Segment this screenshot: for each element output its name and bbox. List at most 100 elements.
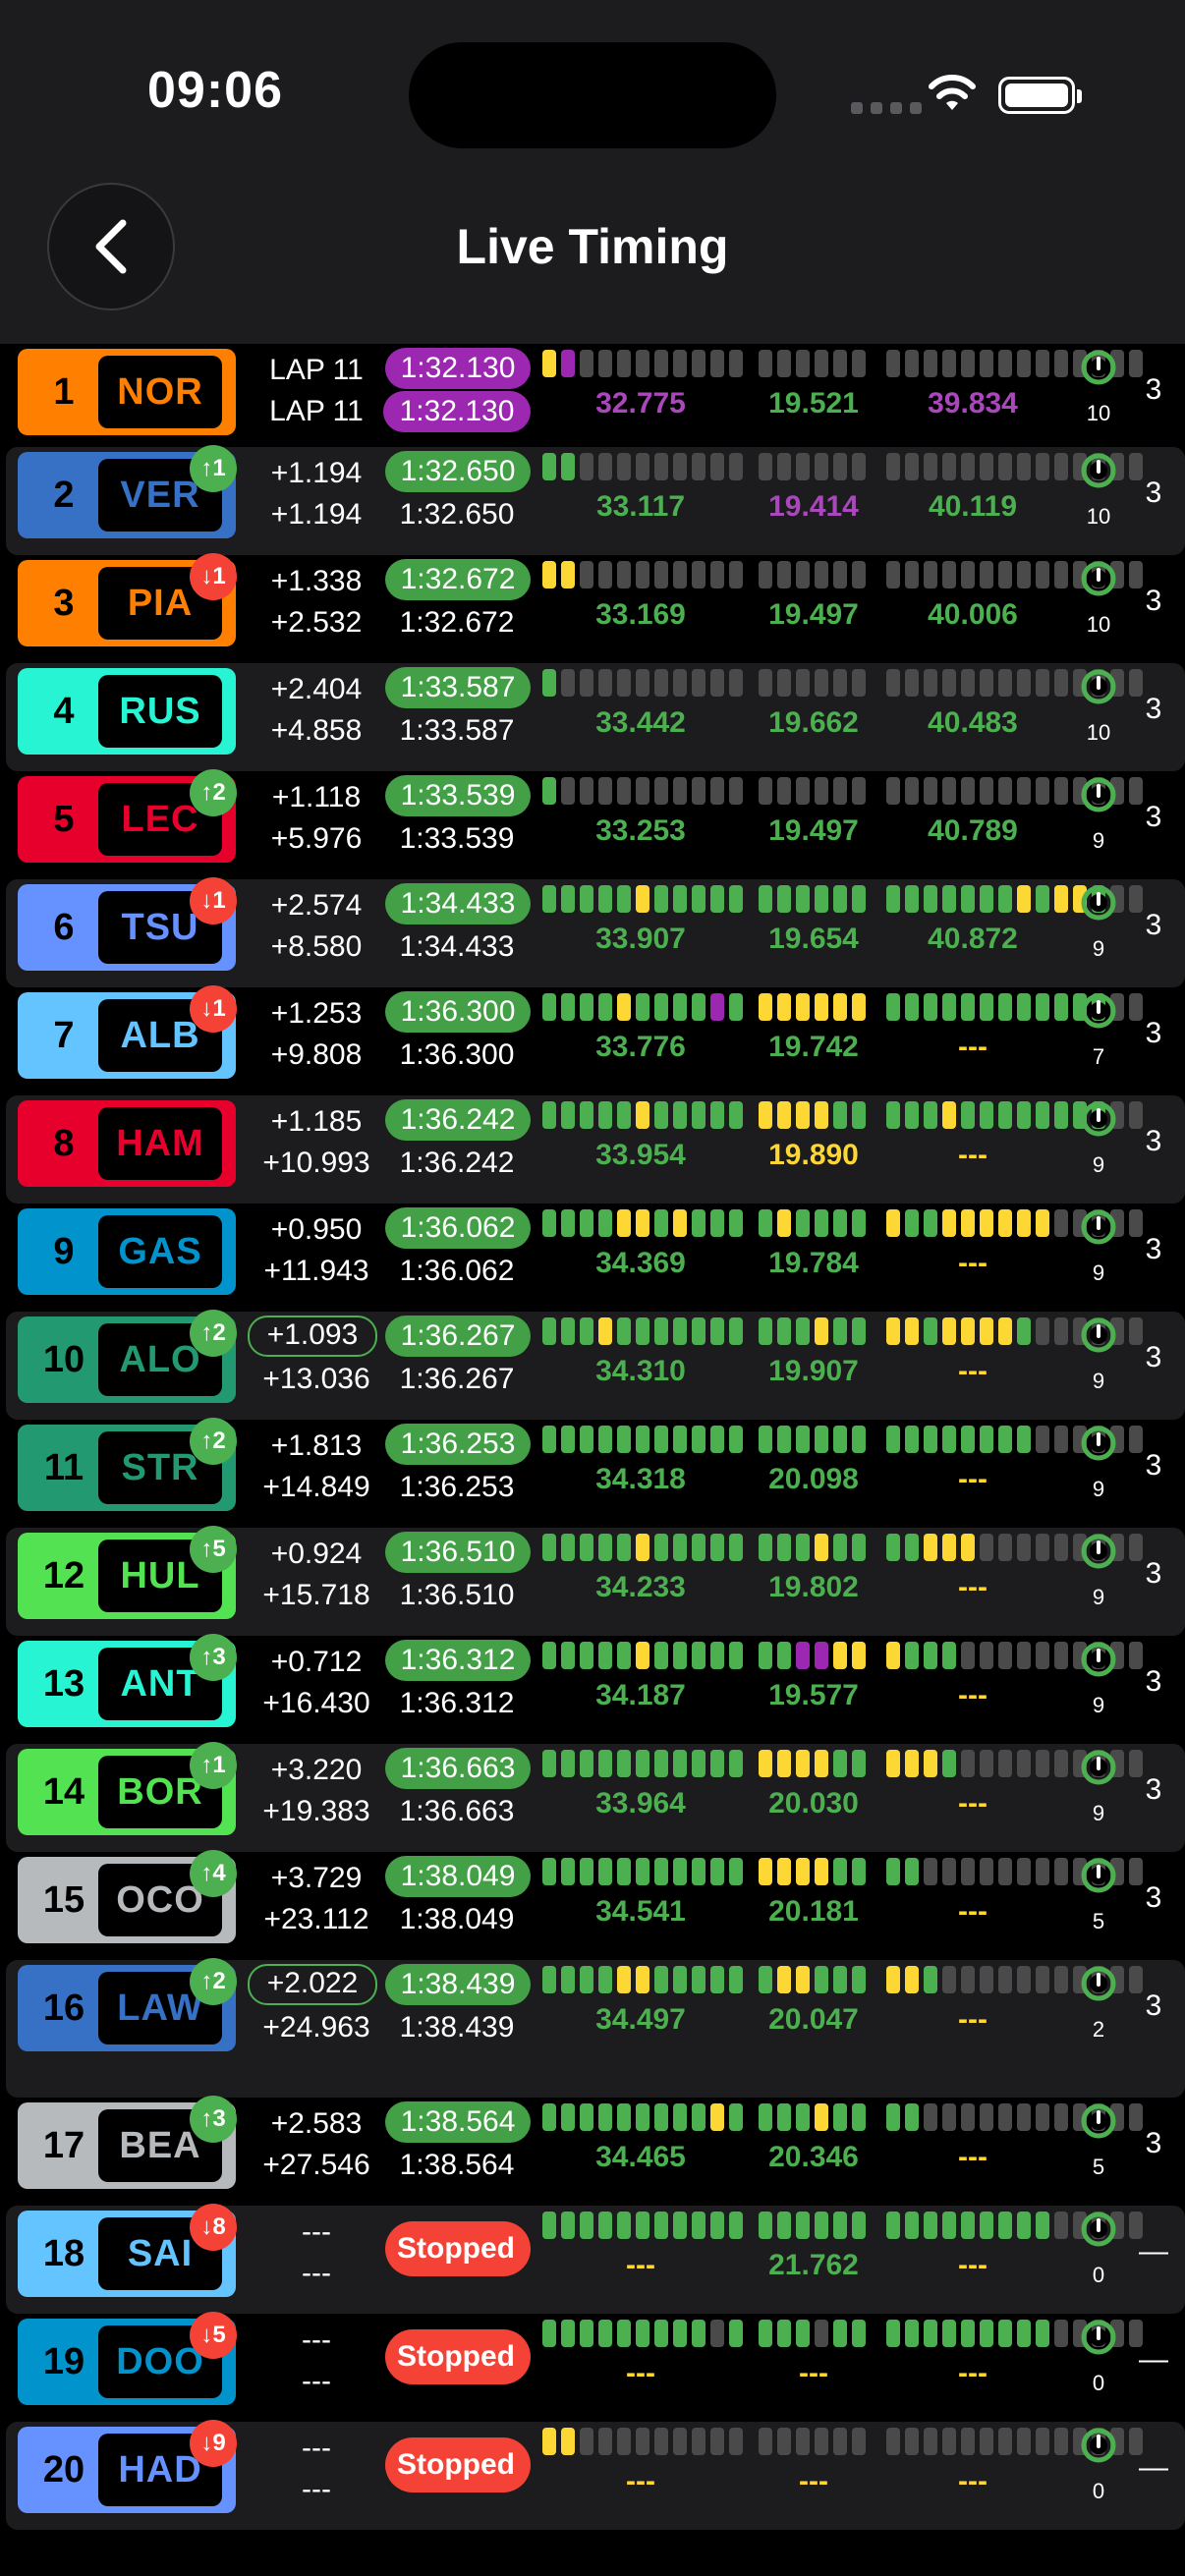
mini-sector-bar xyxy=(580,2428,593,2455)
mini-sectors-2 xyxy=(759,2320,866,2347)
mini-sector-bar xyxy=(815,777,828,805)
position-number: 4 xyxy=(53,691,75,732)
mini-sector-bar xyxy=(654,2212,668,2239)
mini-sector-bar xyxy=(1036,1209,1049,1237)
mini-sector-bar xyxy=(759,1101,772,1129)
driver-row[interactable]: 7 ALB ↓1 +1.253 +9.808 1:36.300 1:36.300 33.776… xyxy=(6,985,1185,1095)
mini-sector-bar xyxy=(777,1209,791,1237)
driver-row[interactable]: 11 STR ↑2 +1.813 +14.849 1:36.253 1:36.253 34.3… xyxy=(6,1418,1185,1528)
mini-sector-bar xyxy=(561,1642,575,1669)
driver-row[interactable]: 4 RUS +2.404 +4.858 1:33.587 1:33.587 33.442 19… xyxy=(6,663,1185,771)
driver-row[interactable]: 20 HAD ↓9 --- --- Stopped --- --- --- 0— xyxy=(6,2420,1185,2530)
tyre-icon xyxy=(1081,1101,1116,1137)
mini-sector-bar xyxy=(542,1101,556,1129)
mini-sector-bar xyxy=(710,1101,724,1129)
mini-sector-bar xyxy=(905,1426,919,1453)
sector-3-time: --- xyxy=(958,1679,988,1711)
driver-row[interactable]: 12 HUL ↑5 +0.924 +15.718 1:36.510 1:36.510 34.2… xyxy=(6,1526,1185,1636)
driver-row[interactable]: 10 ALO ↑2 +1.093 +13.036 1:36.267 1:36.267 34.3… xyxy=(6,1310,1185,1420)
driver-row[interactable]: 5 LEC ↑2 +1.118 +5.976 1:33.539 1:33.539 33.253… xyxy=(6,769,1185,879)
mini-sector-bar xyxy=(636,1317,649,1345)
sector-1-time: 34.369 xyxy=(595,1247,686,1279)
best-lap-time: 1:32.650 xyxy=(385,451,531,492)
mini-sector-bar xyxy=(580,885,593,913)
tyre-laps: 9 xyxy=(1092,1477,1105,1501)
mini-sector-bar xyxy=(905,1209,919,1237)
mini-sector-bar xyxy=(905,1317,919,1345)
mini-sector-bar xyxy=(636,2103,649,2131)
sector-3-time: --- xyxy=(958,1787,988,1820)
mini-sector-bar xyxy=(1017,1642,1031,1669)
mini-sector-bar xyxy=(961,1750,975,1777)
mini-sector-bar xyxy=(924,1534,937,1561)
mini-sector-bar xyxy=(796,1534,810,1561)
mini-sector-bar xyxy=(998,1966,1012,1993)
mini-sector-bar xyxy=(905,1966,919,1993)
mini-sector-bar xyxy=(542,669,556,697)
mini-sector-bar xyxy=(729,993,743,1021)
sector-2-time: 20.030 xyxy=(768,1787,859,1820)
mini-sector-bar xyxy=(1017,1966,1031,1993)
mini-sector-bar xyxy=(710,669,724,697)
mini-sector-bar xyxy=(636,2428,649,2455)
mini-sector-bar xyxy=(759,2212,772,2239)
mini-sector-bar xyxy=(777,453,791,480)
mini-sector-bar xyxy=(542,1858,556,1885)
mini-sector-bar xyxy=(980,1966,993,1993)
last-lap-time: 1:38.049 xyxy=(399,1903,515,1935)
mini-sector-bar xyxy=(580,1101,593,1129)
mini-sector-bar xyxy=(998,2428,1012,2455)
mini-sector-bar xyxy=(654,1209,668,1237)
sector-3-time: --- xyxy=(958,2141,988,2173)
mini-sector-bar xyxy=(980,885,993,913)
mini-sector-bar xyxy=(942,1750,956,1777)
driver-row[interactable]: 15 OCO ↑4 +3.729 +23.112 1:38.049 1:38.049 34.5… xyxy=(6,1850,1185,1960)
mini-sector-bar xyxy=(729,1750,743,1777)
mini-sector-bar xyxy=(1017,453,1031,480)
mini-sector-bar xyxy=(961,885,975,913)
mini-sector-bar xyxy=(1054,1534,1068,1561)
driver-row[interactable]: 1 NOR LAP 11 LAP 11 1:32.130 1:32.130 32.775 19… xyxy=(6,344,1185,447)
position-number: 19 xyxy=(42,2341,85,2382)
mini-sector-bar xyxy=(980,1101,993,1129)
driver-row[interactable]: 2 VER ↑1 +1.194 +1.194 1:32.650 1:32.650 33.117… xyxy=(6,445,1185,555)
mini-sector-bar xyxy=(777,777,791,805)
driver-row[interactable]: 9 GAS +0.950 +11.943 1:36.062 1:36.062 34.369 1… xyxy=(6,1204,1185,1312)
mini-sector-bar xyxy=(886,350,900,377)
driver-row[interactable]: 19 DOO ↓5 --- --- Stopped --- --- --- 0— xyxy=(6,2312,1185,2422)
pit-count: 3 xyxy=(1145,909,1162,941)
mini-sector-bar xyxy=(942,2320,956,2347)
mini-sector-bar xyxy=(542,2320,556,2347)
driver-row[interactable]: 6 TSU ↓1 +2.574 +8.580 1:34.433 1:34.433 33.907… xyxy=(6,877,1185,987)
driver-row[interactable]: 14 BOR ↑1 +3.220 +19.383 1:36.663 1:36.663 33.9… xyxy=(6,1742,1185,1852)
driver-row[interactable]: 8 HAM +1.185 +10.993 1:36.242 1:36.242 33.954 1… xyxy=(6,1095,1185,1204)
mini-sector-bar xyxy=(942,350,956,377)
mini-sector-bar xyxy=(942,453,956,480)
driver-row[interactable]: 18 SAI ↓8 --- --- Stopped --- 21.762 --- 0— xyxy=(6,2204,1185,2314)
mini-sectors-1 xyxy=(542,2428,743,2455)
driver-row[interactable]: 17 BEA ↑3 +2.583 +27.546 1:38.564 1:38.564 34.4… xyxy=(6,2096,1185,2206)
mini-sector-bar xyxy=(942,1858,956,1885)
mini-sector-bar xyxy=(654,2428,668,2455)
driver-row[interactable]: 16 LAW ↑2 +2.022 +24.963 1:38.439 1:38.439 34.4… xyxy=(6,1958,1185,2098)
mini-sector-bar xyxy=(833,1101,847,1129)
mini-sector-bar xyxy=(598,2320,612,2347)
mini-sector-bar xyxy=(777,2428,791,2455)
mini-sector-bar xyxy=(710,993,724,1021)
pit-count: 3 xyxy=(1145,585,1162,617)
mini-sectors-2 xyxy=(759,1858,866,1885)
mini-sector-bar xyxy=(580,1317,593,1345)
driver-row[interactable]: 13 ANT ↑3 +0.712 +16.430 1:36.312 1:36.312 34.1… xyxy=(6,1634,1185,1744)
mini-sector-bar xyxy=(692,1209,705,1237)
mini-sector-bar xyxy=(942,1966,956,1993)
mini-sector-bar xyxy=(924,777,937,805)
driver-row[interactable]: 3 PIA ↓1 +1.338 +2.532 1:32.672 1:32.672 33.169… xyxy=(6,553,1185,663)
status-time: 09:06 xyxy=(147,62,283,119)
mini-sector-bar xyxy=(924,453,937,480)
mini-sector-bar xyxy=(542,1966,556,1993)
mini-sector-bar xyxy=(1017,669,1031,697)
mini-sectors-2 xyxy=(759,2428,866,2455)
mini-sector-bar xyxy=(673,453,687,480)
mini-sector-bar xyxy=(598,669,612,697)
sector-2-time: 19.907 xyxy=(768,1355,859,1387)
